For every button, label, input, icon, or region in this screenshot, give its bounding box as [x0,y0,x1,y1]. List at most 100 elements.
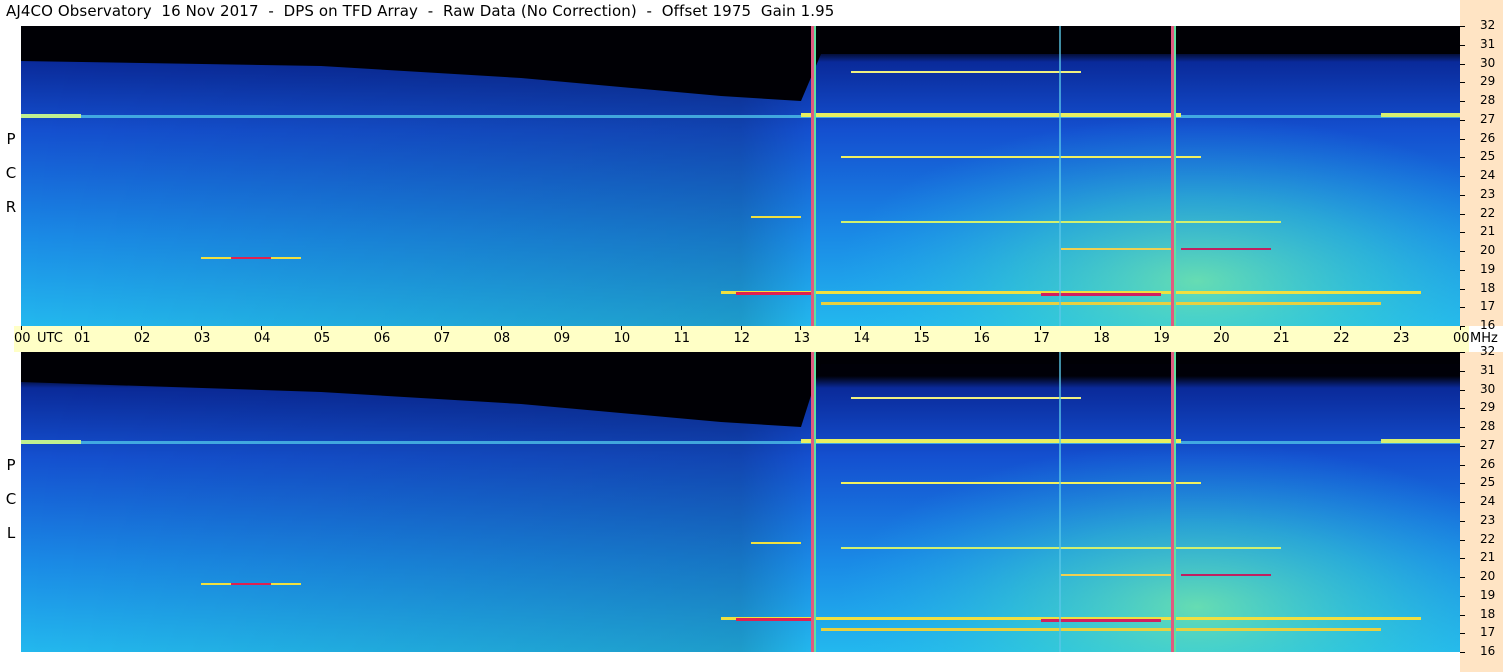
time-tick-mark [140,326,142,330]
time-tick-label: 01 [73,331,91,346]
time-tick-mark [21,326,22,330]
time-tick-mark [1280,326,1282,330]
time-tick-label: 09 [553,331,571,346]
freq-tick-label: 27 [1480,111,1496,126]
freq-tick-mark [1460,652,1465,653]
freq-tick-label: 24 [1480,494,1496,508]
freq-tick-mark [1460,288,1465,290]
freq-axis-rcp: 32 31 30 29 28 27 26 25 24 23 22 21 20 19 18 17 16 [1460,0,1503,332]
freq-tick-mark [1460,269,1465,271]
freq-tick-mark [1460,595,1465,597]
time-tick-label: 23 [1393,331,1410,346]
time-tick-label: 12 [733,331,751,346]
freq-tick-mark [1460,633,1465,635]
panel-label-letter: C [5,164,17,182]
freq-tick-label: 23 [1480,512,1496,527]
time-tick-mark [620,326,622,330]
time-tick-label: 11 [673,331,691,346]
freq-tick-label: 21 [1480,224,1496,239]
freq-tick-label: 32 [1480,344,1496,358]
freq-tick-mark [1460,157,1465,159]
freq-tick-mark [1460,483,1465,485]
freq-tick-label: 27 [1480,437,1496,452]
time-tick-label: 21 [1273,331,1290,346]
freq-tick-label: 28 [1480,93,1496,107]
freq-tick-mark [1460,445,1465,447]
time-tick-label: 00 [1453,331,1470,346]
freq-tick-label: 16 [1480,318,1496,332]
panel-label-rcp: P C R [4,122,18,224]
freq-tick-label: 19 [1480,261,1496,276]
freq-axis-lcp: 32 31 30 29 28 27 26 25 24 23 22 21 20 19 18 17 16 [1460,344,1503,672]
freq-tick-mark [1460,138,1465,140]
freq-tick-label: 25 [1480,149,1496,164]
time-tick-mark [560,326,562,330]
freq-tick-label: 32 [1480,18,1496,32]
freq-tick-mark [1460,326,1465,327]
panel-label-letter: P [6,456,16,474]
time-tick-mark [1340,326,1342,330]
freq-tick-mark [1460,352,1465,353]
freq-tick-mark [1460,520,1465,522]
time-tick-mark [1400,326,1402,330]
time-tick-label: 08 [493,331,511,346]
freq-tick-label: 17 [1480,299,1496,314]
panel-label-letter: L [6,524,16,542]
freq-tick-label: 22 [1480,205,1496,220]
time-tick-mark [1160,326,1162,330]
time-tick-label: 10 [613,331,631,346]
freq-tick-mark [1460,614,1465,616]
freq-tick-mark [1460,63,1465,65]
time-tick-mark [800,326,802,330]
freq-tick-mark [1460,539,1465,541]
freq-tick-mark [1460,408,1465,410]
freq-tick-mark [1460,251,1465,252]
time-unit-label: UTC [37,331,63,346]
freq-tick-label: 29 [1480,400,1496,415]
freq-tick-mark [1460,194,1465,196]
freq-tick-mark [1460,176,1465,177]
time-tick-label: 14 [853,331,870,346]
freq-tick-mark [1460,389,1465,391]
time-tick-label: 20 [1213,331,1230,346]
freq-tick-label: 19 [1480,587,1496,602]
freq-tick-label: 31 [1480,36,1496,51]
panel-label-letter: C [5,490,17,508]
freq-tick-mark [1460,119,1465,121]
freq-tick-mark [1460,464,1465,466]
freq-tick-label: 18 [1480,606,1496,621]
time-tick-label: 15 [913,331,930,346]
time-tick-mark [680,326,682,330]
freq-tick-mark [1460,44,1465,46]
freq-tick-label: 30 [1480,55,1496,70]
freq-tick-mark [1460,502,1465,503]
time-tick-mark [80,326,82,330]
freq-tick-mark [1460,577,1465,578]
time-tick-mark [920,326,922,330]
freq-tick-mark [1460,307,1465,309]
time-tick-label: 19 [1153,331,1170,346]
freq-tick-mark [1460,427,1465,428]
freq-tick-label: 18 [1480,280,1496,295]
freq-tick-mark [1460,101,1465,102]
panel-label-lcp: P C L [4,448,18,550]
freq-tick-label: 25 [1480,475,1496,490]
time-tick-label: 03 [193,331,211,346]
freq-tick-label: 30 [1480,381,1496,396]
time-tick-label: 18 [1093,331,1110,346]
freq-tick-label: 21 [1480,550,1496,565]
time-tick-label: 16 [973,331,990,346]
time-tick-label: 05 [313,331,331,346]
time-axis: 00 01 02 03 04 05 06 07 08 09 10 11 12 13 14 15 16 17 18 19… [14,326,1498,352]
spectrogram-lcp [21,352,1460,652]
time-tick-label: 22 [1333,331,1350,346]
freq-tick-label: 20 [1480,569,1496,583]
freq-tick-label: 26 [1480,130,1496,145]
chart-title: AJ4CO Observatory 16 Nov 2017 - DPS on T… [6,2,835,20]
spectrogram-lcp-svg [21,352,1460,652]
freq-tick-label: 23 [1480,186,1496,201]
freq-tick-label: 26 [1480,456,1496,471]
time-tick-mark [500,326,502,330]
time-tick-label: 06 [373,331,391,346]
time-tick-label: 07 [433,331,451,346]
